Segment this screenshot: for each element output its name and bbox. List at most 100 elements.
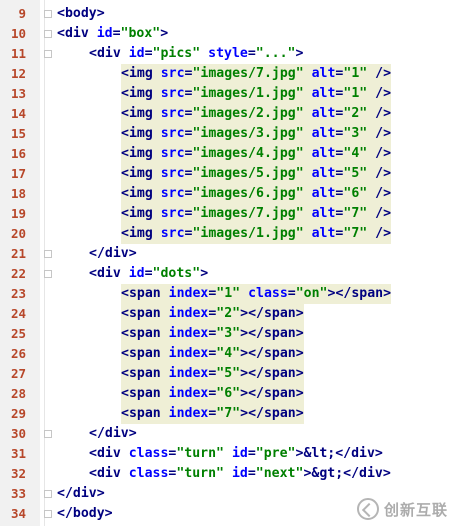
code-line[interactable]: 16 <img src="images/4.jpg" alt="4" /> [0, 144, 456, 164]
code-line[interactable]: 12 <img src="images/7.jpg" alt="1" /> [0, 64, 456, 84]
code-text: <img src="images/5.jpg" alt="5" /> [121, 164, 392, 184]
code-token: <div [89, 266, 129, 281]
code-token: style [208, 46, 248, 61]
code-token: ></span> [240, 304, 304, 324]
code-token: <img [121, 224, 161, 244]
code-line[interactable]: 23 <span index="1" class="on"></span> [0, 284, 456, 304]
line-number: 29 [10, 406, 26, 421]
line-number: 34 [10, 506, 26, 521]
code-token: /> [367, 144, 392, 164]
code-token: "4" [216, 344, 241, 364]
code-token: ></span> [240, 324, 304, 344]
fold-toggle-icon[interactable] [44, 270, 52, 278]
fold-toggle-icon[interactable] [44, 510, 52, 518]
code-line[interactable]: 29 <span index="7"></span> [0, 404, 456, 424]
code-text: </div> [57, 484, 105, 504]
code-line[interactable]: 27 <span index="5"></span> [0, 364, 456, 384]
line-number: 31 [10, 446, 26, 461]
code-token: <img [121, 204, 161, 224]
code-text: <div id="dots"> [89, 264, 208, 284]
code-line[interactable]: 21 </div> [0, 244, 456, 264]
code-token: <img [121, 104, 161, 124]
code-token: <div [57, 26, 97, 41]
code-token: = [184, 84, 193, 104]
code-line[interactable]: 31 <div class="turn" id="pre">&lt;</div> [0, 444, 456, 464]
code-line[interactable]: 13 <img src="images/1.jpg" alt="1" /> [0, 84, 456, 104]
code-token: /> [367, 224, 392, 244]
line-number: 17 [10, 166, 26, 181]
code-editor[interactable]: 9 <body> 10 <div id="box"> 11 <div id="pics" … [0, 0, 456, 526]
code-text: <img src="images/1.jpg" alt="1" /> [121, 84, 392, 104]
code-token: = [335, 144, 344, 164]
fold-toggle-icon[interactable] [44, 250, 52, 258]
code-line[interactable]: 26 <span index="4"></span> [0, 344, 456, 364]
code-token: id [231, 446, 248, 461]
code-token: = [184, 224, 193, 244]
code-token: "images/1.jpg" [192, 224, 304, 244]
code-line[interactable]: 20 <img src="images/1.jpg" alt="7" /> [0, 224, 456, 244]
code-line[interactable]: 9 <body> [0, 4, 456, 24]
code-line[interactable]: 10 <div id="box"> [0, 24, 456, 44]
code-token: "2" [216, 304, 241, 324]
code-token: class [248, 284, 288, 304]
fold-toggle-icon[interactable] [44, 10, 52, 18]
code-line[interactable]: 18 <img src="images/6.jpg" alt="6" /> [0, 184, 456, 204]
code-line[interactable]: 14 <img src="images/2.jpg" alt="2" /> [0, 104, 456, 124]
code-line[interactable]: 11 <div id="pics" style="..."> [0, 44, 456, 64]
line-number: 32 [10, 466, 26, 481]
code-token: > [295, 46, 304, 61]
code-token: alt [311, 104, 336, 124]
line-number: 21 [10, 246, 26, 261]
code-line[interactable]: 24 <span index="2"></span> [0, 304, 456, 324]
watermark: 创新互联 [356, 498, 448, 520]
line-number: 26 [10, 346, 26, 361]
code-token: > [295, 446, 304, 461]
code-token [303, 204, 312, 224]
line-number: 12 [10, 66, 26, 81]
fold-toggle-icon[interactable] [44, 50, 52, 58]
code-token: id [231, 466, 248, 481]
fold-toggle-icon[interactable] [44, 30, 52, 38]
code-line[interactable]: 25 <span index="3"></span> [0, 324, 456, 344]
code-token: "dots" [152, 266, 201, 281]
code-token: "2" [343, 104, 368, 124]
code-text: <img src="images/7.jpg" alt="7" /> [121, 204, 392, 224]
code-line[interactable]: 19 <img src="images/7.jpg" alt="7" /> [0, 204, 456, 224]
code-token: <div [89, 446, 129, 461]
brand-logo-icon [356, 498, 379, 520]
code-token: "1" [216, 284, 241, 304]
code-token: = [208, 364, 217, 384]
line-number: 23 [10, 286, 26, 301]
code-token: = [144, 266, 153, 281]
code-token: = [335, 224, 344, 244]
code-token: index [168, 324, 209, 344]
code-token: <span [121, 404, 169, 424]
code-token: > [160, 26, 169, 41]
code-token: index [168, 364, 209, 384]
code-token: "3" [343, 124, 368, 144]
code-token: <span [121, 304, 169, 324]
code-token: = [335, 204, 344, 224]
code-token: "..." [255, 46, 296, 61]
code-token: "7" [343, 204, 368, 224]
code-token: = [184, 104, 193, 124]
code-line[interactable]: 15 <img src="images/3.jpg" alt="3" /> [0, 124, 456, 144]
code-text: </div> [89, 424, 137, 444]
code-token: <img [121, 164, 161, 184]
code-line[interactable]: 22 <div id="dots"> [0, 264, 456, 284]
code-token: /> [367, 164, 392, 184]
code-token: > [200, 266, 209, 281]
code-line[interactable]: 30 </div> [0, 424, 456, 444]
line-number: 28 [10, 386, 26, 401]
code-token: alt [311, 184, 336, 204]
fold-toggle-icon[interactable] [44, 490, 52, 498]
code-line[interactable]: 28 <span index="6"></span> [0, 384, 456, 404]
code-line[interactable]: 17 <img src="images/5.jpg" alt="5" /> [0, 164, 456, 184]
code-token: = [208, 344, 217, 364]
fold-toggle-icon[interactable] [44, 430, 52, 438]
code-token: index [168, 304, 209, 324]
code-token: <span [121, 384, 169, 404]
code-line[interactable]: 32 <div class="turn" id="next">&gt;</div> [0, 464, 456, 484]
code-token: = [184, 64, 193, 84]
code-token: = [184, 204, 193, 224]
